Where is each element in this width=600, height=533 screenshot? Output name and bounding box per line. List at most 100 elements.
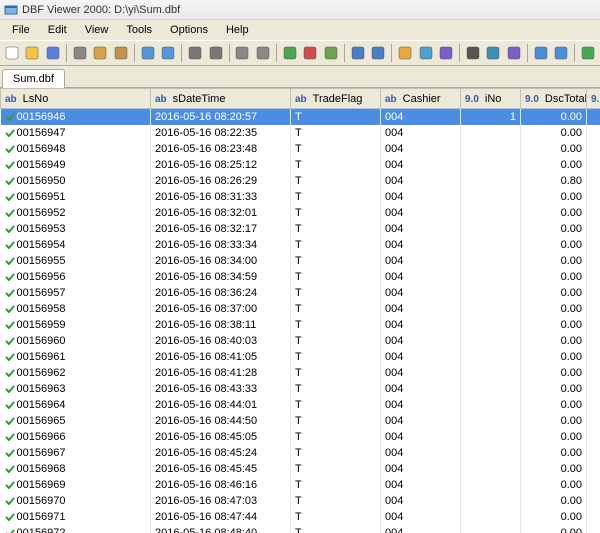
table-row[interactable]: 001569712016-05-16 08:47:44T0040.00: [1, 509, 600, 525]
cell-cashier: 004: [381, 141, 461, 157]
data-grid[interactable]: abLsNo absDateTime abTradeFlag abCashier…: [0, 88, 600, 533]
table-row[interactable]: 001569532016-05-16 08:32:17T0040.00: [1, 221, 600, 237]
table-row[interactable]: 001569722016-05-16 08:48:40T0040.00: [1, 525, 600, 533]
goto-icon[interactable]: [395, 43, 415, 63]
cell-extra: [587, 525, 600, 533]
table-row[interactable]: 001569702016-05-16 08:47:03T0040.00: [1, 493, 600, 509]
valid-check-icon: [5, 175, 15, 187]
open-icon[interactable]: [23, 43, 43, 63]
table-row[interactable]: 001569562016-05-16 08:34:59T0040.00: [1, 269, 600, 285]
valid-check-icon: [5, 207, 15, 219]
save-icon[interactable]: [43, 43, 63, 63]
menu-file[interactable]: File: [4, 22, 38, 38]
filter-icon[interactable]: [416, 43, 436, 63]
table-row[interactable]: 001569472016-05-16 08:22:35T0040.00: [1, 125, 600, 141]
cell-cashier: 004: [381, 189, 461, 205]
sum-icon[interactable]: [463, 43, 483, 63]
table-row[interactable]: 001569492016-05-16 08:25:12T0040.00: [1, 157, 600, 173]
cell-extra: [587, 461, 600, 477]
new-icon[interactable]: [2, 43, 22, 63]
table-row[interactable]: 001569622016-05-16 08:41:28T0040.00: [1, 365, 600, 381]
toolbar-separator: [66, 44, 67, 62]
table-row[interactable]: 001569522016-05-16 08:32:01T0040.00: [1, 205, 600, 221]
cell-ino: [461, 285, 521, 301]
print-preview-icon[interactable]: [206, 43, 226, 63]
table-row[interactable]: 001569542016-05-16 08:33:34T0040.00: [1, 237, 600, 253]
menu-tools[interactable]: Tools: [118, 22, 160, 38]
table-row[interactable]: 001569512016-05-16 08:31:33T0040.00: [1, 189, 600, 205]
menu-view[interactable]: View: [77, 22, 117, 38]
table-row[interactable]: 001569572016-05-16 08:36:24T0040.00: [1, 285, 600, 301]
table-row[interactable]: 001569552016-05-16 08:34:00T0040.00: [1, 253, 600, 269]
menu-help[interactable]: Help: [218, 22, 257, 38]
table-row[interactable]: 001569632016-05-16 08:43:33T0040.00: [1, 381, 600, 397]
col-extra[interactable]: 9.: [587, 89, 600, 109]
table-row[interactable]: 001569582016-05-16 08:37:00T0040.00: [1, 301, 600, 317]
cell-extra: [587, 205, 600, 221]
cell-datetime: 2016-05-16 08:40:03: [151, 333, 291, 349]
stats-icon[interactable]: [484, 43, 504, 63]
replace-icon[interactable]: [504, 43, 524, 63]
cell-extra: [587, 125, 600, 141]
cell-cashier: 004: [381, 445, 461, 461]
table-row[interactable]: 001569462016-05-16 08:20:57T00410.00: [1, 109, 600, 125]
cell-dsctotal: 0.00: [521, 317, 587, 333]
table-row[interactable]: 001569612016-05-16 08:41:05T0040.00: [1, 349, 600, 365]
cell-extra: [587, 429, 600, 445]
cell-dsctotal: 0.00: [521, 381, 587, 397]
sort-desc-icon[interactable]: [368, 43, 388, 63]
copy-icon[interactable]: [91, 43, 111, 63]
table-row[interactable]: 001569642016-05-16 08:44:01T0040.00: [1, 397, 600, 413]
structure-icon[interactable]: [436, 43, 456, 63]
col-cashier[interactable]: abCashier: [381, 89, 461, 109]
cell-cashier: 004: [381, 381, 461, 397]
find-icon[interactable]: [233, 43, 253, 63]
cell-lsno: 00156968: [17, 463, 66, 475]
table-row[interactable]: 001569682016-05-16 08:45:45T0040.00: [1, 461, 600, 477]
print-icon[interactable]: [185, 43, 205, 63]
cell-tradeflag: T: [291, 397, 381, 413]
table-row[interactable]: 001569602016-05-16 08:40:03T0040.00: [1, 333, 600, 349]
menubar: FileEditViewToolsOptionsHelp: [0, 20, 600, 40]
record-add-icon[interactable]: [280, 43, 300, 63]
cell-dsctotal: 0.00: [521, 525, 587, 533]
cell-cashier: 004: [381, 125, 461, 141]
menu-options[interactable]: Options: [162, 22, 216, 38]
table-row[interactable]: 001569662016-05-16 08:45:05T0040.00: [1, 429, 600, 445]
col-dsctotal[interactable]: 9.0DscTotal: [521, 89, 587, 109]
cell-ino: [461, 461, 521, 477]
cell-tradeflag: T: [291, 125, 381, 141]
col-ino[interactable]: 9.0iNo: [461, 89, 521, 109]
info-icon[interactable]: [531, 43, 551, 63]
table-row[interactable]: 001569652016-05-16 08:44:50T0040.00: [1, 413, 600, 429]
table-row[interactable]: 001569672016-05-16 08:45:24T0040.00: [1, 445, 600, 461]
cell-lsno: 00156971: [17, 511, 66, 523]
cell-datetime: 2016-05-16 08:32:01: [151, 205, 291, 221]
help-icon[interactable]: [552, 43, 572, 63]
cell-cashier: 004: [381, 269, 461, 285]
table-row[interactable]: 001569502016-05-16 08:26:29T0040.80: [1, 173, 600, 189]
sort-asc-icon[interactable]: [348, 43, 368, 63]
cell-lsno: 00156970: [17, 495, 66, 507]
col-sdatetime[interactable]: absDateTime: [151, 89, 291, 109]
tab-sumdbf[interactable]: Sum.dbf: [2, 69, 65, 88]
redo-icon[interactable]: [159, 43, 179, 63]
cell-dsctotal: 0.00: [521, 285, 587, 301]
col-tradeflag[interactable]: abTradeFlag: [291, 89, 381, 109]
cell-ino: [461, 445, 521, 461]
col-lsno[interactable]: abLsNo: [1, 89, 151, 109]
cut-icon[interactable]: [70, 43, 90, 63]
table-row[interactable]: 001569592016-05-16 08:38:11T0040.00: [1, 317, 600, 333]
record-delete-icon[interactable]: [300, 43, 320, 63]
cell-cashier: 004: [381, 317, 461, 333]
cell-extra: [587, 141, 600, 157]
table-row[interactable]: 001569692016-05-16 08:46:16T0040.00: [1, 477, 600, 493]
export-icon[interactable]: [578, 43, 598, 63]
menu-edit[interactable]: Edit: [40, 22, 75, 38]
find-next-icon[interactable]: [253, 43, 273, 63]
undo-icon[interactable]: [138, 43, 158, 63]
cell-extra: [587, 477, 600, 493]
record-duplicate-icon[interactable]: [321, 43, 341, 63]
paste-icon[interactable]: [111, 43, 131, 63]
table-row[interactable]: 001569482016-05-16 08:23:48T0040.00: [1, 141, 600, 157]
